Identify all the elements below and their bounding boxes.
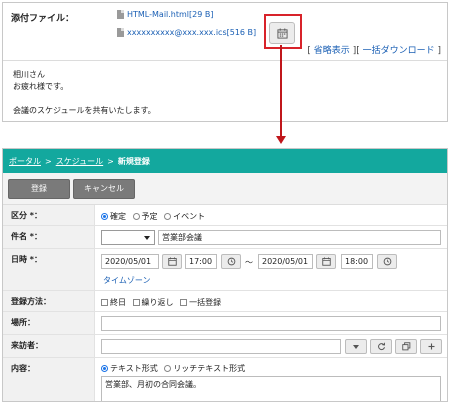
highlight-box: [264, 14, 302, 49]
type-option-confirmed[interactable]: 確定: [101, 211, 126, 222]
start-date-picker-button[interactable]: [162, 254, 182, 269]
format-rich-radio[interactable]: リッチテキスト形式: [164, 363, 245, 374]
checkbox-icon: [132, 299, 140, 306]
body-line: 会議のスケジュールを共有いたします。: [13, 106, 156, 115]
breadcrumb-portal[interactable]: ポータル: [9, 156, 41, 167]
visitor-dropdown-button[interactable]: [345, 339, 367, 354]
bulk-download-link[interactable]: 一括ダウンロード: [363, 46, 435, 56]
checkbox-icon: [101, 299, 108, 306]
type-option-planned[interactable]: 予定: [132, 211, 158, 222]
abbrev-link[interactable]: 省略表示: [314, 46, 350, 56]
row-type: 区分 *： 確定 予定 イベント: [3, 205, 447, 226]
radio-icon: [164, 213, 172, 220]
content-textarea[interactable]: 営業部、月初の合同会議。: [101, 376, 441, 401]
radio-label: 予定: [141, 212, 158, 221]
subject-input[interactable]: 営業部会議: [158, 230, 441, 245]
place-label: 場所：: [3, 312, 95, 334]
visitor-label: 来訪者：: [3, 335, 95, 357]
radio-label: イベント: [173, 212, 206, 221]
checkbox-icon: [180, 299, 188, 306]
file-icon: [117, 10, 124, 19]
row-method: 登録方法： 終日 繰り返し 一括登録: [3, 291, 447, 312]
mail-panel: 添付ファイル： HTML-Mail.html[29 B] xxxxxxxxxx@…: [2, 2, 448, 122]
method-label: 登録方法：: [3, 291, 95, 311]
type-label: 区分 *：: [3, 205, 95, 225]
checkbox-label: 一括登録: [189, 298, 222, 307]
timezone-link[interactable]: タイムゾーン: [103, 275, 150, 286]
radio-icon: [164, 365, 172, 372]
mail-body: 相川さん お疲れ様です。 会議のスケジュールを共有いたします。: [13, 69, 156, 117]
row-datetime: 日時 *： 2020/05/01 17:00 ～ 2020/05/01 18:0…: [3, 249, 447, 291]
file-icon: [117, 28, 124, 37]
row-visitor: 来訪者：: [3, 335, 447, 358]
row-place: 場所：: [3, 312, 447, 335]
breadcrumb-separator: >: [45, 156, 52, 166]
place-input[interactable]: [101, 316, 441, 331]
end-time-picker-button[interactable]: [377, 254, 397, 269]
radio-selected-icon: [101, 213, 108, 220]
attachment-file-html[interactable]: HTML-Mail.html[29 B]: [117, 10, 213, 19]
row-content: 内容： テキスト形式 リッチテキスト形式 営業部、月初の合同会議。: [3, 358, 447, 401]
attachment-file-ics[interactable]: xxxxxxxxxx@xxx.xxx.ics[516 B]: [117, 28, 256, 37]
start-date-input[interactable]: 2020/05/01: [101, 254, 159, 269]
content-label: 内容：: [3, 358, 95, 401]
attachment-file-name[interactable]: HTML-Mail.html[29 B]: [127, 10, 213, 19]
visitor-copy-button[interactable]: [395, 339, 417, 354]
range-separator: ～: [245, 258, 253, 267]
end-date-picker-button[interactable]: [316, 254, 336, 269]
start-time-picker-button[interactable]: [221, 254, 241, 269]
radio-label: テキスト形式: [110, 364, 158, 373]
subject-category-select[interactable]: [101, 230, 155, 245]
schedule-form: ポータル > スケジュール > 新規登録 登録 キャンセル 区分 *： 確定 予…: [2, 148, 448, 402]
action-bar: 登録 キャンセル: [3, 173, 447, 205]
breadcrumb: ポータル > スケジュール > 新規登録: [3, 149, 447, 173]
copy-icon: [401, 342, 410, 351]
chevron-down-icon: [353, 344, 359, 349]
format-text-radio[interactable]: テキスト形式: [101, 363, 158, 374]
bracket: ]: [437, 46, 441, 56]
clock-icon: [383, 257, 391, 266]
type-option-event[interactable]: イベント: [164, 211, 205, 222]
calendar-icon: [321, 257, 331, 266]
clock-icon: [227, 257, 235, 266]
body-line: お疲れ様です。: [13, 82, 69, 91]
arrow-down-icon: [276, 136, 286, 144]
attachment-links: [ 省略表示 ][ 一括ダウンロード ]: [307, 43, 441, 56]
visitor-refresh-button[interactable]: [370, 339, 392, 354]
bulk-register-checkbox[interactable]: 一括登録: [180, 297, 221, 308]
breadcrumb-schedule[interactable]: スケジュール: [56, 156, 103, 167]
body-line: 相川さん: [13, 70, 45, 79]
radio-label: リッチテキスト形式: [173, 364, 246, 373]
radio-selected-icon: [101, 365, 108, 372]
subject-label: 件名 *：: [3, 226, 95, 248]
chevron-down-icon: [144, 236, 150, 240]
save-button[interactable]: 登録: [8, 178, 70, 199]
refresh-icon: [377, 342, 385, 351]
attachment-file-name[interactable]: xxxxxxxxxx@xxx.xxx.ics[516 B]: [127, 28, 256, 37]
radio-icon: [132, 213, 140, 220]
checkbox-label: 終日: [110, 298, 126, 307]
datetime-label: 日時 *：: [3, 249, 95, 290]
bracket: [: [307, 46, 311, 56]
breadcrumb-current: 新規登録: [117, 156, 150, 166]
calendar-icon: [167, 257, 177, 266]
body-line: [13, 93, 156, 105]
all-day-checkbox[interactable]: 終日: [101, 297, 126, 308]
row-subject: 件名 *： 営業部会議: [3, 226, 447, 249]
bracket: ][: [352, 46, 360, 56]
end-date-input[interactable]: 2020/05/01: [258, 254, 313, 269]
visitor-input[interactable]: [101, 339, 341, 354]
checkbox-label: 繰り返し: [141, 298, 174, 307]
repeat-checkbox[interactable]: 繰り返し: [132, 297, 174, 308]
cancel-button[interactable]: キャンセル: [73, 178, 135, 199]
radio-label: 確定: [110, 212, 126, 221]
attachment-label: 添付ファイル：: [11, 14, 75, 24]
visitor-add-button[interactable]: [420, 339, 442, 354]
arrow-line: [280, 45, 282, 137]
end-time-input[interactable]: 18:00: [341, 254, 373, 269]
start-time-input[interactable]: 17:00: [185, 254, 217, 269]
plus-icon: [428, 343, 434, 350]
attachment-row: 添付ファイル： HTML-Mail.html[29 B] xxxxxxxxxx@…: [3, 3, 447, 61]
breadcrumb-separator: >: [107, 156, 114, 166]
